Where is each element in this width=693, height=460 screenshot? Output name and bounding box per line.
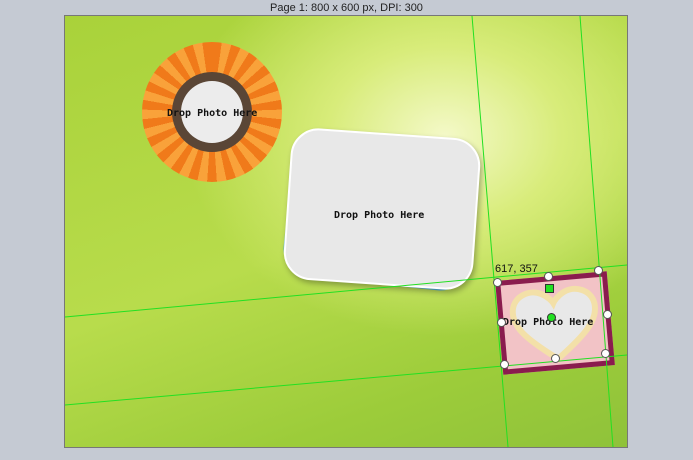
center-handle[interactable] (547, 313, 556, 322)
rotate-handle[interactable] (545, 284, 554, 293)
resize-handle[interactable] (551, 354, 560, 363)
resize-handle[interactable] (544, 272, 553, 281)
resize-handle[interactable] (594, 266, 603, 275)
resize-handle[interactable] (497, 318, 506, 327)
design-canvas[interactable]: Drop Photo Here Drop Photo Here Drop Pho… (65, 16, 627, 447)
page-info-bar: Page 1: 800 x 600 px, DPI: 300 (270, 2, 423, 14)
position-readout: 617, 357 (495, 263, 538, 275)
resize-handle[interactable] (601, 349, 610, 358)
placeholder-label: Drop Photo Here (167, 108, 258, 119)
rounded-card-frame[interactable] (281, 126, 483, 292)
resize-handle[interactable] (500, 360, 509, 369)
resize-handle[interactable] (603, 310, 612, 319)
resize-handle[interactable] (493, 278, 502, 287)
placeholder-label: Drop Photo Here (334, 210, 425, 221)
